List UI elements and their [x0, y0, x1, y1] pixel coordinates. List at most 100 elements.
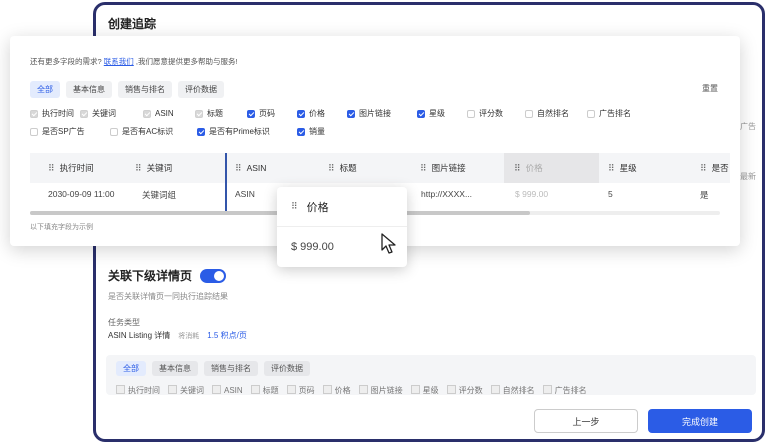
- drag-handle-icon: ⠿: [420, 162, 427, 173]
- dialog-title: 创建追踪: [108, 17, 157, 31]
- checkbox-icon: [247, 109, 255, 118]
- tab-sales-rank[interactable]: 销售与排名: [118, 81, 172, 98]
- field-checkbox[interactable]: 图片链接: [347, 108, 417, 119]
- drag-handle-icon: ⠿: [235, 162, 242, 173]
- column-header[interactable]: ⠿ 标题: [328, 153, 357, 183]
- field-checkbox[interactable]: 页码: [247, 108, 297, 119]
- column-header-label: 图片链接: [431, 163, 466, 173]
- task-type-label: 任务类型: [108, 318, 140, 327]
- bg-tab-reviews[interactable]: 评价数据: [264, 361, 310, 376]
- task-type-row: ASIN Listing 详情 将消耗 1.5 积点/页: [108, 330, 247, 341]
- table-cell: 2030-09-09 11:00: [48, 189, 115, 199]
- column-header[interactable]: ⠿ 是否: [700, 153, 729, 183]
- contact-hint: 还有更多字段的需求? 联系我们 ,我们愿意提供更多帮助与服务!: [30, 56, 238, 67]
- column-header-label: ASIN: [246, 163, 267, 173]
- field-checkbox[interactable]: 自然排名: [525, 108, 587, 119]
- column-header-label: 是否: [711, 163, 729, 173]
- hint-prefix: 还有更多字段的需求?: [30, 57, 102, 66]
- field-label: 关键词: [92, 109, 116, 118]
- column-header[interactable]: ⠿ 关键词: [135, 153, 172, 183]
- table-cell: ASIN: [235, 189, 255, 199]
- bg-field[interactable]: 图片链接: [359, 385, 403, 396]
- finish-create-button[interactable]: 完成创建: [648, 409, 752, 433]
- task-consume-label: 将消耗: [178, 332, 200, 340]
- bg-tab-basic[interactable]: 基本信息: [152, 361, 198, 376]
- table-cell: 关键词组: [142, 190, 177, 200]
- bg-field[interactable]: ASIN: [212, 385, 243, 396]
- field-label: 星级: [429, 109, 445, 118]
- checkbox-icon: [467, 109, 475, 118]
- bg-tab-sales[interactable]: 销售与排名: [204, 361, 258, 376]
- field-checkbox[interactable]: 价格: [297, 108, 347, 119]
- bg-field[interactable]: 标题: [251, 385, 279, 396]
- field-checkbox[interactable]: 评分数: [467, 108, 525, 119]
- prev-step-button[interactable]: 上一步: [534, 409, 638, 433]
- field-checkbox[interactable]: 广告排名: [587, 108, 643, 119]
- field-label: 评分数: [479, 109, 503, 118]
- column-header[interactable]: ⠿ 星级: [608, 153, 637, 183]
- drag-card-header: ⠿ 价格: [277, 187, 407, 227]
- tab-basic-info[interactable]: 基本信息: [66, 81, 112, 98]
- checkbox-icon: [347, 109, 355, 118]
- field-label: 图片链接: [359, 109, 391, 118]
- field-label: 价格: [309, 109, 325, 118]
- field-checkbox[interactable]: 是否有AC标识: [110, 126, 197, 137]
- column-header[interactable]: ⠿ 执行时间: [48, 153, 94, 183]
- link-detail-toggle[interactable]: [200, 268, 227, 283]
- side-label-ad: 广告: [740, 122, 756, 131]
- bg-field-list: 执行时间 关键词 ASIN 标题 页码 价格 图片链接 星级 评分数 自然排名 …: [116, 385, 587, 396]
- checkbox-icon: [587, 109, 595, 118]
- field-checkbox[interactable]: 星级: [417, 108, 467, 119]
- bg-field[interactable]: 执行时间: [116, 385, 160, 396]
- column-header-label: 星级: [619, 163, 637, 173]
- link-detail-label: 关联下级详情页: [108, 269, 193, 283]
- bg-field[interactable]: 价格: [323, 385, 351, 396]
- field-checkbox[interactable]: ASIN: [143, 108, 195, 119]
- field-label: 广告排名: [599, 109, 631, 118]
- reset-button[interactable]: 重置: [702, 83, 718, 94]
- field-checkbox[interactable]: 销量: [297, 126, 347, 137]
- checkbox-icon: [525, 109, 533, 118]
- tab-review-data[interactable]: 评价数据: [178, 81, 224, 98]
- column-header-label: 价格: [525, 163, 543, 173]
- field-label: 自然排名: [537, 109, 569, 118]
- hint-suffix: ,我们愿意提供更多帮助与服务!: [135, 57, 238, 66]
- task-credit: 1.5 积点/页: [207, 331, 247, 340]
- tab-all[interactable]: 全部: [30, 81, 60, 98]
- bg-field[interactable]: 自然排名: [491, 385, 535, 396]
- sample-note: 以下填充字段为示例: [30, 224, 93, 231]
- checkbox-icon: [297, 127, 305, 136]
- field-checkbox[interactable]: 执行时间: [30, 108, 80, 119]
- drag-handle-icon: ⠿: [291, 201, 298, 211]
- field-label: 执行时间: [42, 109, 74, 118]
- screen: 创建追踪 广告 最新 关联下级详情页 是否关联详情页一同执行追踪结果 任务类型 …: [0, 0, 768, 444]
- bg-field[interactable]: 页码: [287, 385, 315, 396]
- bg-field[interactable]: 广告排名: [543, 385, 587, 396]
- dialog-footer: 上一步 完成创建: [534, 409, 752, 433]
- drag-handle-icon: ⠿: [328, 162, 335, 173]
- column-header[interactable]: ⠿ ASIN: [235, 153, 266, 183]
- bg-field[interactable]: 星级: [411, 385, 439, 396]
- column-header[interactable]: ⠿ 图片链接: [420, 153, 466, 183]
- column-header-label: 执行时间: [59, 163, 94, 173]
- table-cell: $ 999.00: [515, 189, 549, 199]
- drag-card-value: $ 999.00: [291, 241, 334, 253]
- bg-field[interactable]: 关键词: [168, 385, 204, 396]
- column-header-label: 标题: [339, 163, 357, 173]
- field-checkbox[interactable]: 是否SP广告: [30, 126, 110, 137]
- field-checkbox[interactable]: 标题: [195, 108, 247, 119]
- dragging-column-card[interactable]: ⠿ 价格 $ 999.00: [277, 187, 407, 267]
- field-checkbox[interactable]: 关键词: [80, 108, 143, 119]
- field-checkbox-row-2: 是否SP广告 是否有AC标识 是否有Prime标识 销量: [30, 126, 347, 137]
- checkbox-icon: [195, 109, 203, 118]
- contact-us-link[interactable]: 联系我们: [104, 57, 134, 66]
- drag-handle-icon: ⠿: [48, 162, 55, 173]
- drag-handle-icon: ⠿: [608, 162, 615, 173]
- bg-tab-all[interactable]: 全部: [116, 361, 146, 376]
- checkbox-icon: [297, 109, 305, 118]
- checkbox-icon: [30, 127, 38, 136]
- bg-field[interactable]: 评分数: [447, 385, 483, 396]
- task-type-value: ASIN Listing 详情: [108, 331, 171, 340]
- drag-handle-icon: ⠿: [514, 162, 521, 173]
- field-checkbox[interactable]: 是否有Prime标识: [197, 126, 297, 137]
